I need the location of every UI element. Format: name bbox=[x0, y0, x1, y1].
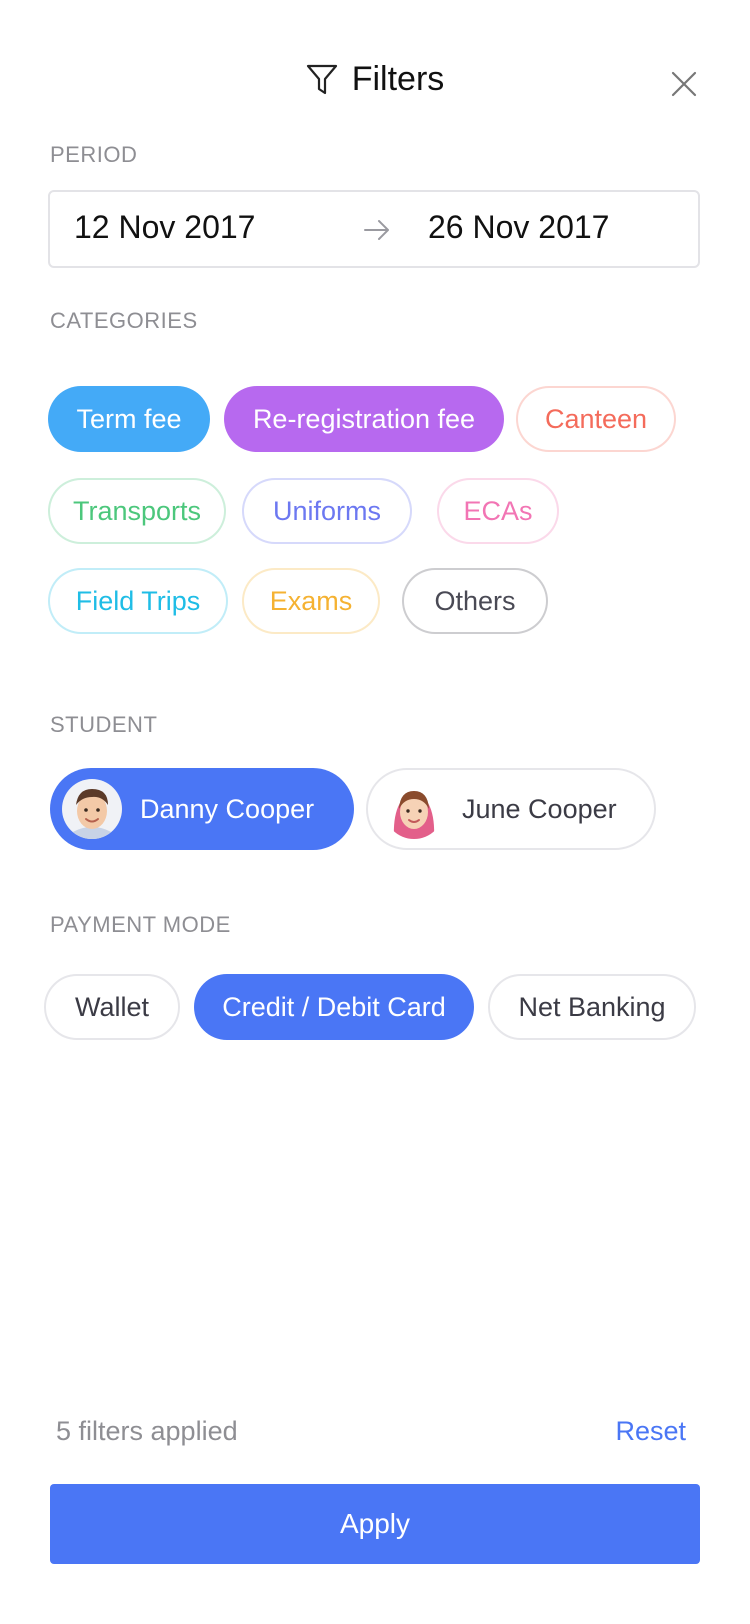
avatar bbox=[384, 779, 444, 839]
category-chip-canteen[interactable]: Canteen bbox=[516, 386, 676, 452]
period-range-field[interactable]: 12 Nov 2017 26 Nov 2017 bbox=[48, 190, 700, 268]
category-chip-transports[interactable]: Transports bbox=[48, 478, 226, 544]
payment-chip-wallet[interactable]: Wallet bbox=[44, 974, 180, 1040]
reset-button[interactable]: Reset bbox=[615, 1416, 686, 1447]
category-chip-exams[interactable]: Exams bbox=[242, 568, 380, 634]
category-chip-others[interactable]: Others bbox=[402, 568, 548, 634]
funnel-icon bbox=[306, 63, 338, 97]
apply-button[interactable]: Apply bbox=[50, 1484, 700, 1564]
period-to-date[interactable]: 26 Nov 2017 bbox=[428, 209, 609, 246]
avatar bbox=[62, 779, 122, 839]
filters-header: Filters bbox=[0, 52, 750, 116]
title-group: Filters bbox=[0, 60, 750, 99]
category-chip-term-fee[interactable]: Term fee bbox=[48, 386, 210, 452]
chip-label: Others bbox=[434, 585, 516, 616]
chip-label: Term fee bbox=[76, 403, 182, 434]
category-chip-uniforms[interactable]: Uniforms bbox=[242, 478, 412, 544]
period-from-date[interactable]: 12 Nov 2017 bbox=[74, 209, 255, 246]
arrow-right-icon bbox=[363, 218, 391, 247]
chip-label: Exams bbox=[269, 585, 353, 616]
category-chip-ecas[interactable]: ECAs bbox=[437, 478, 559, 544]
student-name: June Cooper bbox=[462, 793, 617, 824]
chip-label: Transports bbox=[72, 495, 202, 526]
payment-chip-net-banking[interactable]: Net Banking bbox=[488, 974, 696, 1040]
student-label: STUDENT bbox=[50, 712, 158, 737]
chip-label: ECAs bbox=[463, 495, 533, 526]
chip-label: Re-registration fee bbox=[252, 403, 476, 434]
payment-mode-label: PAYMENT MODE bbox=[50, 912, 231, 937]
categories-label: CATEGORIES bbox=[50, 308, 198, 333]
page-title: Filters bbox=[351, 60, 445, 98]
close-button[interactable] bbox=[662, 62, 706, 106]
chip-label: Wallet bbox=[74, 991, 149, 1022]
chip-label: Uniforms bbox=[272, 495, 381, 526]
close-icon bbox=[671, 71, 697, 97]
student-name: Danny Cooper bbox=[140, 793, 315, 824]
student-chip-danny-cooper[interactable]: Danny Cooper bbox=[50, 768, 354, 850]
period-label: PERIOD bbox=[50, 142, 138, 167]
category-chip-field-trips[interactable]: Field Trips bbox=[48, 568, 228, 634]
category-chip-re-registration-fee[interactable]: Re-registration fee bbox=[224, 386, 504, 452]
chip-label: Canteen bbox=[544, 403, 648, 434]
student-chip-june-cooper[interactable]: June Cooper bbox=[366, 768, 656, 850]
chip-label: Field Trips bbox=[75, 585, 201, 616]
filters-applied-count: 5 filters applied bbox=[56, 1416, 238, 1446]
payment-chip-credit-debit-card[interactable]: Credit / Debit Card bbox=[194, 974, 474, 1040]
chip-label: Net Banking bbox=[518, 991, 666, 1022]
chip-label: Credit / Debit Card bbox=[222, 991, 446, 1022]
